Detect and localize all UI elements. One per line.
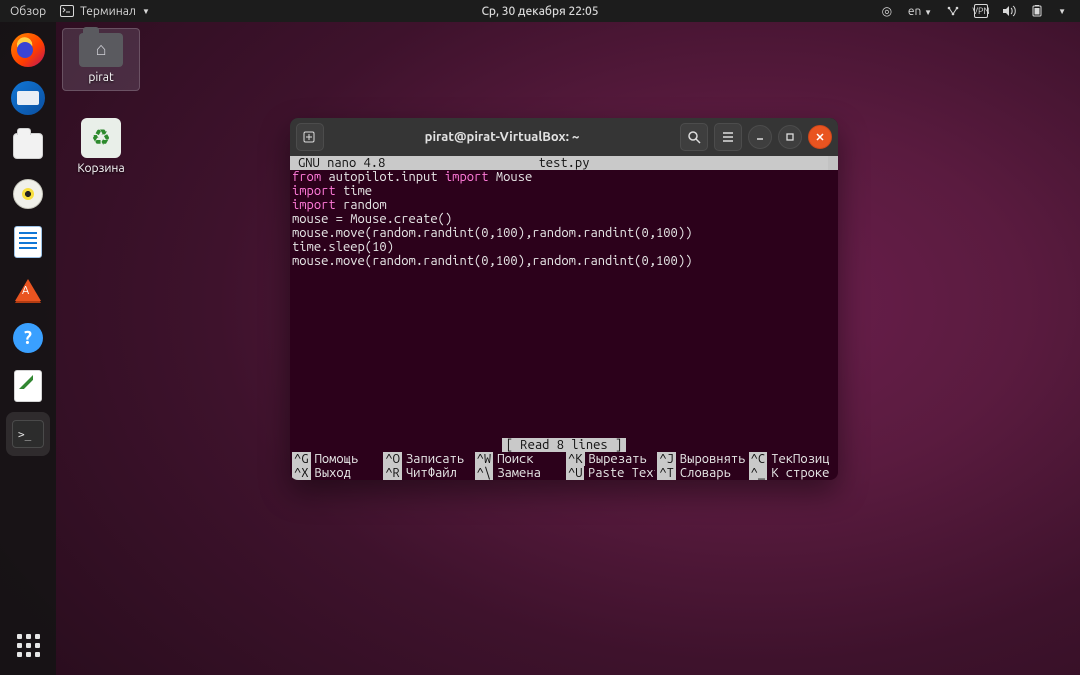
desktop-home-label: pirat (63, 71, 139, 84)
dock-text-editor[interactable] (6, 364, 50, 408)
dock-terminal[interactable]: >_ (6, 412, 50, 456)
minimize-button[interactable] (748, 125, 772, 149)
chevron-down-icon: ▼ (142, 7, 150, 16)
dock-rhythmbox[interactable] (6, 172, 50, 216)
clock[interactable]: Ср, 30 декабря 22:05 (481, 5, 598, 18)
system-menu-chevron-icon[interactable]: ▼ (1058, 7, 1066, 16)
new-tab-button[interactable] (296, 123, 324, 151)
software-icon (15, 279, 41, 301)
text-editor-icon (14, 370, 42, 402)
nano-shortcut: ^KВырезать (564, 452, 655, 466)
files-icon (13, 133, 43, 159)
dock-files[interactable] (6, 124, 50, 168)
rhythmbox-icon (13, 179, 43, 209)
nano-shortcut: ^WПоиск (473, 452, 564, 466)
nano-shortcut: ^\Замена (473, 466, 564, 480)
nano-status-bar: [ Read 8 lines ] (290, 438, 838, 452)
network-icon[interactable] (946, 4, 960, 18)
nano-shortcut: ^JВыровнять (655, 452, 746, 466)
writer-icon (14, 226, 42, 258)
dock-firefox[interactable] (6, 28, 50, 72)
nano-shortcut: ^TСловарь (655, 466, 746, 480)
terminal-icon: >_ (12, 420, 44, 448)
thunderbird-icon (11, 81, 45, 115)
maximize-button[interactable] (778, 125, 802, 149)
help-icon: ? (13, 323, 43, 353)
app-menu[interactable]: Терминал ▼ (60, 4, 150, 18)
search-button[interactable] (680, 123, 708, 151)
desktop-trash[interactable]: Корзина (62, 118, 140, 175)
dock-software[interactable] (6, 268, 50, 312)
show-applications-button[interactable] (6, 623, 50, 667)
trash-icon (81, 118, 121, 158)
nano-shortcut-bar: ^GПомощь^OЗаписать^WПоиск^KВырезать^JВыр… (290, 452, 838, 480)
keyboard-layout-indicator[interactable]: en ▼ (908, 5, 932, 18)
dock-help[interactable]: ? (6, 316, 50, 360)
dock: ? >_ (0, 22, 56, 675)
nano-shortcut: ^GПомощь (290, 452, 381, 466)
vpn-icon[interactable]: VPN (974, 4, 988, 18)
apps-grid-icon (17, 634, 40, 657)
chevron-down-icon: ▼ (924, 8, 932, 17)
desktop-home-folder[interactable]: pirat (62, 28, 140, 91)
dock-writer[interactable] (6, 220, 50, 264)
close-button[interactable] (808, 125, 832, 149)
nano-shortcut: ^RЧитФайл (381, 466, 472, 480)
volume-icon[interactable] (1002, 4, 1016, 18)
nano-status-text: [ Read 8 lines ] (502, 438, 626, 452)
titlebar[interactable]: pirat@pirat-VirtualBox: ~ (290, 118, 838, 156)
terminal-icon (60, 4, 74, 18)
top-panel: Обзор Терминал ▼ Ср, 30 декабря 22:05 ◎ … (0, 0, 1080, 22)
firefox-icon (11, 33, 45, 67)
nano-app-name: GNU nano 4.8 (298, 156, 385, 170)
nano-filename: test.py (539, 156, 590, 170)
activities-button[interactable]: Обзор (10, 5, 46, 18)
battery-icon[interactable] (1030, 4, 1044, 18)
hamburger-menu-button[interactable] (714, 123, 742, 151)
terminal-scrollbar[interactable] (828, 156, 838, 170)
window-title: pirat@pirat-VirtualBox: ~ (330, 130, 674, 144)
nano-shortcut: ^UPaste Text (564, 466, 655, 480)
app-menu-label: Терминал (80, 5, 136, 18)
dock-thunderbird[interactable] (6, 76, 50, 120)
circle-status-icon[interactable]: ◎ (880, 4, 894, 18)
nano-code-area[interactable]: from autopilot.input import Mouse import… (290, 170, 838, 268)
nano-shortcut: ^OЗаписать (381, 452, 472, 466)
nano-header: GNU nano 4.8 test.py (290, 156, 838, 170)
nano-shortcut: ^CТекПозиц (747, 452, 838, 466)
nano-shortcut: ^XВыход (290, 466, 381, 480)
nano-shortcut: ^_К строке (747, 466, 838, 480)
terminal-body[interactable]: GNU nano 4.8 test.py from autopilot.inpu… (290, 156, 838, 480)
terminal-window: pirat@pirat-VirtualBox: ~ GNU nano 4.8 t… (290, 118, 838, 480)
folder-home-icon (79, 33, 123, 67)
desktop-trash-label: Корзина (62, 162, 140, 175)
